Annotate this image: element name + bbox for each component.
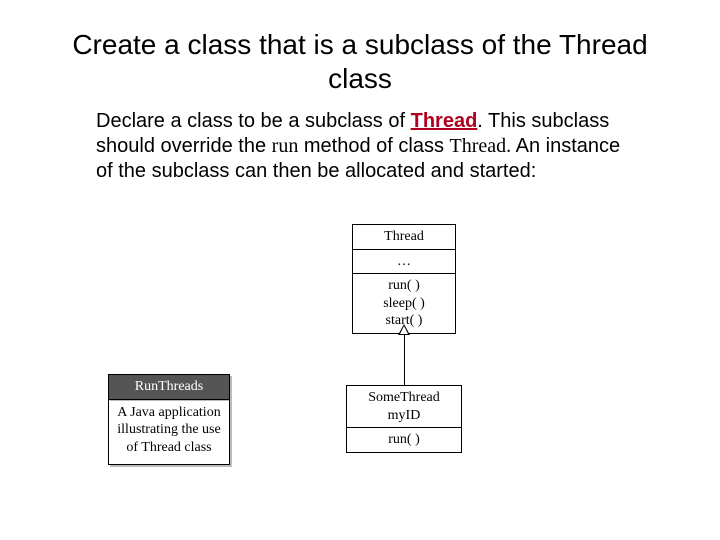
- uml-somethread-name: SomeThread myID: [346, 385, 462, 427]
- inheritance-arrowhead-icon: [398, 324, 410, 335]
- uml-runthreads-name: RunThreads: [108, 374, 230, 399]
- uml-runthreads-body: A Java application illustrating the use …: [108, 399, 230, 466]
- slide-title: Create a class that is a subclass of the…: [0, 0, 720, 95]
- uml-somethread-ops: run( ): [346, 427, 462, 453]
- slide-body: Declare a class to be a subclass of Thre…: [0, 95, 720, 184]
- uml-diagram: Thread … run( ) sleep( ) start( ) SomeTh…: [0, 224, 720, 524]
- body-part-1: Declare a class to be a subclass of: [96, 110, 411, 132]
- mono-thread: Thread.: [450, 135, 512, 157]
- mono-run: run: [272, 135, 299, 157]
- uml-runthreads-class: RunThreads A Java application illustrati…: [108, 374, 230, 465]
- uml-thread-name: Thread: [352, 224, 456, 249]
- keyword-thread: Thread: [411, 110, 478, 132]
- uml-thread-class: Thread … run( ) sleep( ) start( ): [352, 224, 456, 334]
- uml-somethread-class: SomeThread myID run( ): [346, 385, 462, 453]
- inheritance-line: [404, 335, 406, 385]
- body-part-3: method of class: [298, 135, 449, 157]
- uml-thread-attrs: …: [352, 249, 456, 274]
